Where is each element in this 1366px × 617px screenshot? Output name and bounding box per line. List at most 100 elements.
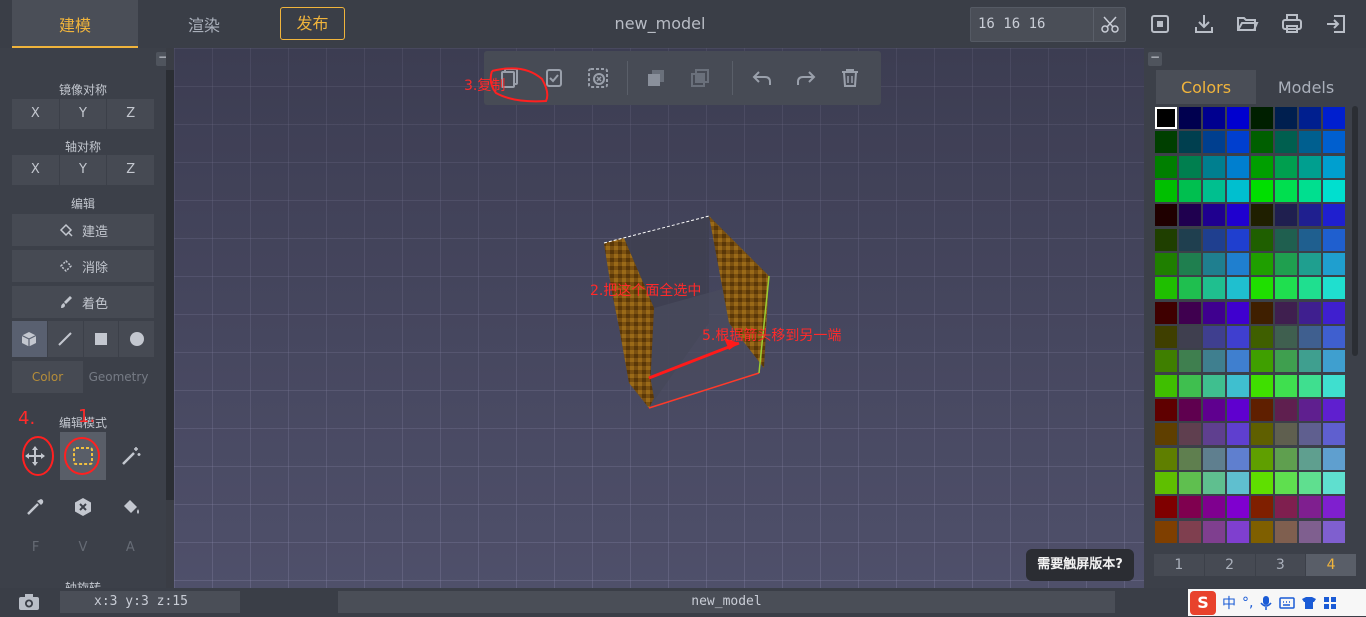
color-swatch[interactable] [1203, 423, 1225, 446]
palette-page-3[interactable]: 3 [1255, 554, 1306, 576]
color-swatch[interactable] [1251, 301, 1273, 324]
color-swatch[interactable] [1227, 301, 1249, 324]
color-swatch[interactable] [1251, 374, 1273, 397]
color-swatch[interactable] [1203, 301, 1225, 324]
palette-page-1[interactable]: 1 [1154, 554, 1204, 576]
color-swatch[interactable] [1251, 277, 1273, 300]
color-swatch[interactable] [1323, 107, 1345, 129]
print-icon[interactable] [1280, 12, 1304, 36]
color-swatch[interactable] [1251, 204, 1273, 227]
color-swatch[interactable] [1323, 301, 1345, 324]
eyedropper-tool-button[interactable] [12, 483, 59, 531]
line-shape-button[interactable] [47, 321, 83, 357]
color-swatch[interactable] [1203, 374, 1225, 397]
color-swatch[interactable] [1299, 277, 1321, 300]
color-swatch[interactable] [1251, 252, 1273, 275]
axis-z-button[interactable]: Z [107, 155, 155, 185]
color-swatch[interactable] [1275, 155, 1297, 178]
color-swatch[interactable] [1299, 155, 1321, 178]
ungroup-button[interactable] [688, 66, 712, 90]
color-swatch[interactable] [1323, 155, 1345, 178]
color-swatch[interactable] [1179, 520, 1201, 543]
color-swatch[interactable] [1155, 277, 1177, 300]
color-swatch[interactable] [1203, 204, 1225, 227]
download-icon[interactable] [1192, 12, 1216, 36]
color-swatch[interactable] [1203, 350, 1225, 373]
color-swatch[interactable] [1155, 325, 1177, 348]
color-swatch[interactable] [1179, 471, 1201, 494]
color-swatch[interactable] [1299, 398, 1321, 421]
color-swatch[interactable] [1323, 252, 1345, 275]
remove-tool-button[interactable] [60, 483, 107, 531]
voxel-model[interactable] [574, 198, 804, 428]
color-swatch[interactable] [1203, 107, 1225, 129]
color-swatch[interactable] [1323, 447, 1345, 470]
color-swatch[interactable] [1275, 447, 1297, 470]
color-swatch[interactable] [1203, 252, 1225, 275]
paint-button[interactable]: 着色 [12, 286, 154, 318]
collapse-left-button[interactable]: − [156, 51, 166, 66]
color-swatch[interactable] [1299, 350, 1321, 373]
tab-models[interactable]: Models [1256, 70, 1356, 104]
color-swatch[interactable] [1179, 325, 1201, 348]
folder-open-icon[interactable] [1235, 12, 1259, 36]
tab-colors[interactable]: Colors [1156, 70, 1256, 104]
color-swatch[interactable] [1155, 374, 1177, 397]
option-f[interactable]: F [12, 540, 59, 555]
color-swatch[interactable] [1227, 179, 1249, 202]
color-swatch[interactable] [1227, 155, 1249, 178]
color-swatch[interactable] [1251, 228, 1273, 251]
color-swatch[interactable] [1155, 204, 1177, 227]
magic-wand-tool-button[interactable] [107, 432, 154, 480]
color-swatch[interactable] [1179, 252, 1201, 275]
color-swatch[interactable] [1299, 179, 1321, 202]
palette-page-2[interactable]: 2 [1204, 554, 1255, 576]
skin-icon[interactable] [1301, 596, 1317, 610]
color-swatch[interactable] [1275, 252, 1297, 275]
palette-page-4[interactable]: 4 [1306, 554, 1356, 576]
cube-shape-button[interactable] [12, 321, 47, 357]
color-swatch[interactable] [1251, 325, 1273, 348]
color-swatch[interactable] [1179, 204, 1201, 227]
color-swatch[interactable] [1275, 131, 1297, 154]
color-swatch[interactable] [1155, 496, 1177, 519]
color-swatch[interactable] [1323, 520, 1345, 543]
color-swatch[interactable] [1179, 447, 1201, 470]
color-swatch[interactable] [1323, 277, 1345, 300]
sphere-shape-button[interactable] [119, 321, 154, 357]
color-swatch[interactable] [1203, 155, 1225, 178]
color-swatch[interactable] [1251, 131, 1273, 154]
color-swatch[interactable] [1203, 520, 1225, 543]
delete-button[interactable] [838, 66, 862, 90]
color-swatch[interactable] [1275, 374, 1297, 397]
color-swatch[interactable] [1227, 496, 1249, 519]
deselect-button[interactable] [586, 66, 610, 90]
color-swatch[interactable] [1251, 107, 1273, 129]
build-button[interactable]: 建造 [12, 214, 154, 246]
color-swatch[interactable] [1251, 520, 1273, 543]
color-swatch[interactable] [1275, 179, 1297, 202]
logout-icon[interactable] [1324, 12, 1348, 36]
mirror-x-button[interactable]: X [12, 99, 59, 129]
publish-button[interactable]: 发布 [280, 7, 345, 40]
color-swatch[interactable] [1179, 131, 1201, 154]
color-swatch[interactable] [1299, 107, 1321, 129]
color-swatch[interactable] [1299, 520, 1321, 543]
option-v[interactable]: V [59, 540, 106, 555]
color-swatch[interactable] [1299, 325, 1321, 348]
color-swatch[interactable] [1251, 155, 1273, 178]
color-swatch[interactable] [1155, 423, 1177, 446]
color-swatch[interactable] [1227, 131, 1249, 154]
color-swatch[interactable] [1299, 204, 1321, 227]
color-swatch[interactable] [1251, 496, 1273, 519]
color-swatch[interactable] [1323, 423, 1345, 446]
color-swatch[interactable] [1323, 325, 1345, 348]
color-swatch[interactable] [1227, 107, 1249, 129]
color-swatch[interactable] [1227, 350, 1249, 373]
save-icon[interactable] [1148, 12, 1172, 36]
color-swatch[interactable] [1323, 374, 1345, 397]
color-swatch[interactable] [1155, 252, 1177, 275]
color-swatch[interactable] [1323, 131, 1345, 154]
group-button[interactable] [644, 66, 668, 90]
color-swatch[interactable] [1275, 228, 1297, 251]
